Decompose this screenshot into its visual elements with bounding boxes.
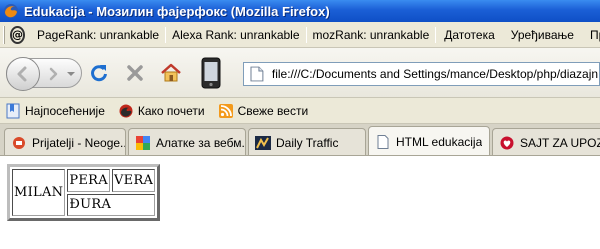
address-bar[interactable]: [243, 62, 600, 86]
google-icon: [135, 135, 151, 151]
menu-view[interactable]: Приказ: [582, 28, 600, 42]
table-cell-djura: ĐURA: [67, 193, 156, 216]
heart-icon: [499, 135, 515, 151]
page-icon: [375, 134, 391, 150]
bookmark-icon: [5, 103, 21, 119]
home-button[interactable]: [160, 62, 182, 84]
menu-edit[interactable]: Уређивање: [503, 28, 582, 42]
bookmarks-toolbar: Најпосећеније Како почети Свеже вести: [0, 98, 600, 124]
bookmark-latest-news[interactable]: Свеже вести: [218, 103, 309, 119]
tab-label: HTML edukacija: [396, 135, 483, 149]
seo-toolbar-icon[interactable]: @: [10, 25, 25, 44]
menu-bar: @ PageRank: unrankable Alexa Rank: unran…: [0, 22, 600, 48]
tab-label: SAJT ZA UPOZN...: [520, 135, 600, 150]
tab-label: Daily Traffic: [276, 135, 339, 150]
back-forward-group: [6, 57, 82, 91]
url-input[interactable]: [271, 67, 599, 81]
traffic-icon: [255, 135, 271, 151]
tab-label: Prijatelji - Neoge...: [32, 135, 125, 150]
stop-icon: [127, 65, 143, 81]
bookmark-label: Како почети: [137, 103, 205, 118]
mozrank-indicator[interactable]: mozRank: unrankable: [307, 28, 436, 42]
tab-prijatelji[interactable]: Prijatelji - Neoge...: [4, 128, 126, 155]
page-icon: [250, 66, 264, 82]
pagerank-indicator[interactable]: PageRank: unrankable: [31, 28, 165, 42]
phone-icon: [201, 57, 221, 89]
phone-addon-button[interactable]: [199, 56, 223, 90]
tab-daily-traffic[interactable]: Daily Traffic: [248, 128, 366, 155]
reload-icon: [91, 65, 107, 82]
forward-button[interactable]: [45, 66, 61, 82]
bookmark-most-visited[interactable]: Најпосећеније: [5, 103, 105, 119]
table-cell-vera: VERA: [111, 169, 156, 192]
bookmark-label: Свеже вести: [237, 103, 309, 118]
home-icon: [161, 63, 181, 82]
globe-icon: [11, 135, 27, 151]
navigation-toolbar: [0, 48, 600, 98]
names-table: MILAN PERA VERA ĐURA: [7, 164, 161, 221]
tab-sajt-za-upoznavanje[interactable]: SAJT ZA UPOZN...: [492, 128, 600, 155]
history-dropdown-button[interactable]: [65, 68, 77, 80]
bookmark-getting-started[interactable]: Како почети: [118, 103, 205, 119]
bookmark-label: Најпосећеније: [25, 103, 105, 118]
firefox-icon: [118, 103, 134, 119]
stop-button[interactable]: [124, 62, 146, 84]
back-button[interactable]: [6, 57, 40, 91]
rss-icon: [218, 103, 234, 119]
tab-webmaster-tools[interactable]: Алатке за вебм...: [128, 128, 246, 155]
chevron-down-icon: [67, 72, 75, 76]
toolbar-grip[interactable]: [3, 25, 5, 44]
table-cell-pera: PERA: [67, 169, 110, 192]
back-icon: [17, 66, 27, 82]
tab-bar: Prijatelji - Neoge... Алатке за вебм... …: [0, 124, 600, 156]
table-cell-milan: MILAN: [12, 169, 66, 216]
alexa-rank-indicator[interactable]: Alexa Rank: unrankable: [166, 28, 305, 42]
tab-label: Алатке за вебм...: [156, 135, 245, 150]
page-content: MILAN PERA VERA ĐURA: [0, 156, 600, 249]
menu-file[interactable]: Датотека: [436, 28, 503, 42]
reload-button[interactable]: [88, 62, 110, 84]
forward-icon: [49, 67, 58, 81]
tab-html-edukacija[interactable]: HTML edukacija: [368, 126, 490, 155]
window-title: Edukacija - Мозилин фајерфокс (Mozilla F…: [24, 3, 330, 19]
title-bar: Edukacija - Мозилин фајерфокс (Mozilla F…: [0, 0, 600, 22]
firefox-icon: [4, 4, 18, 18]
